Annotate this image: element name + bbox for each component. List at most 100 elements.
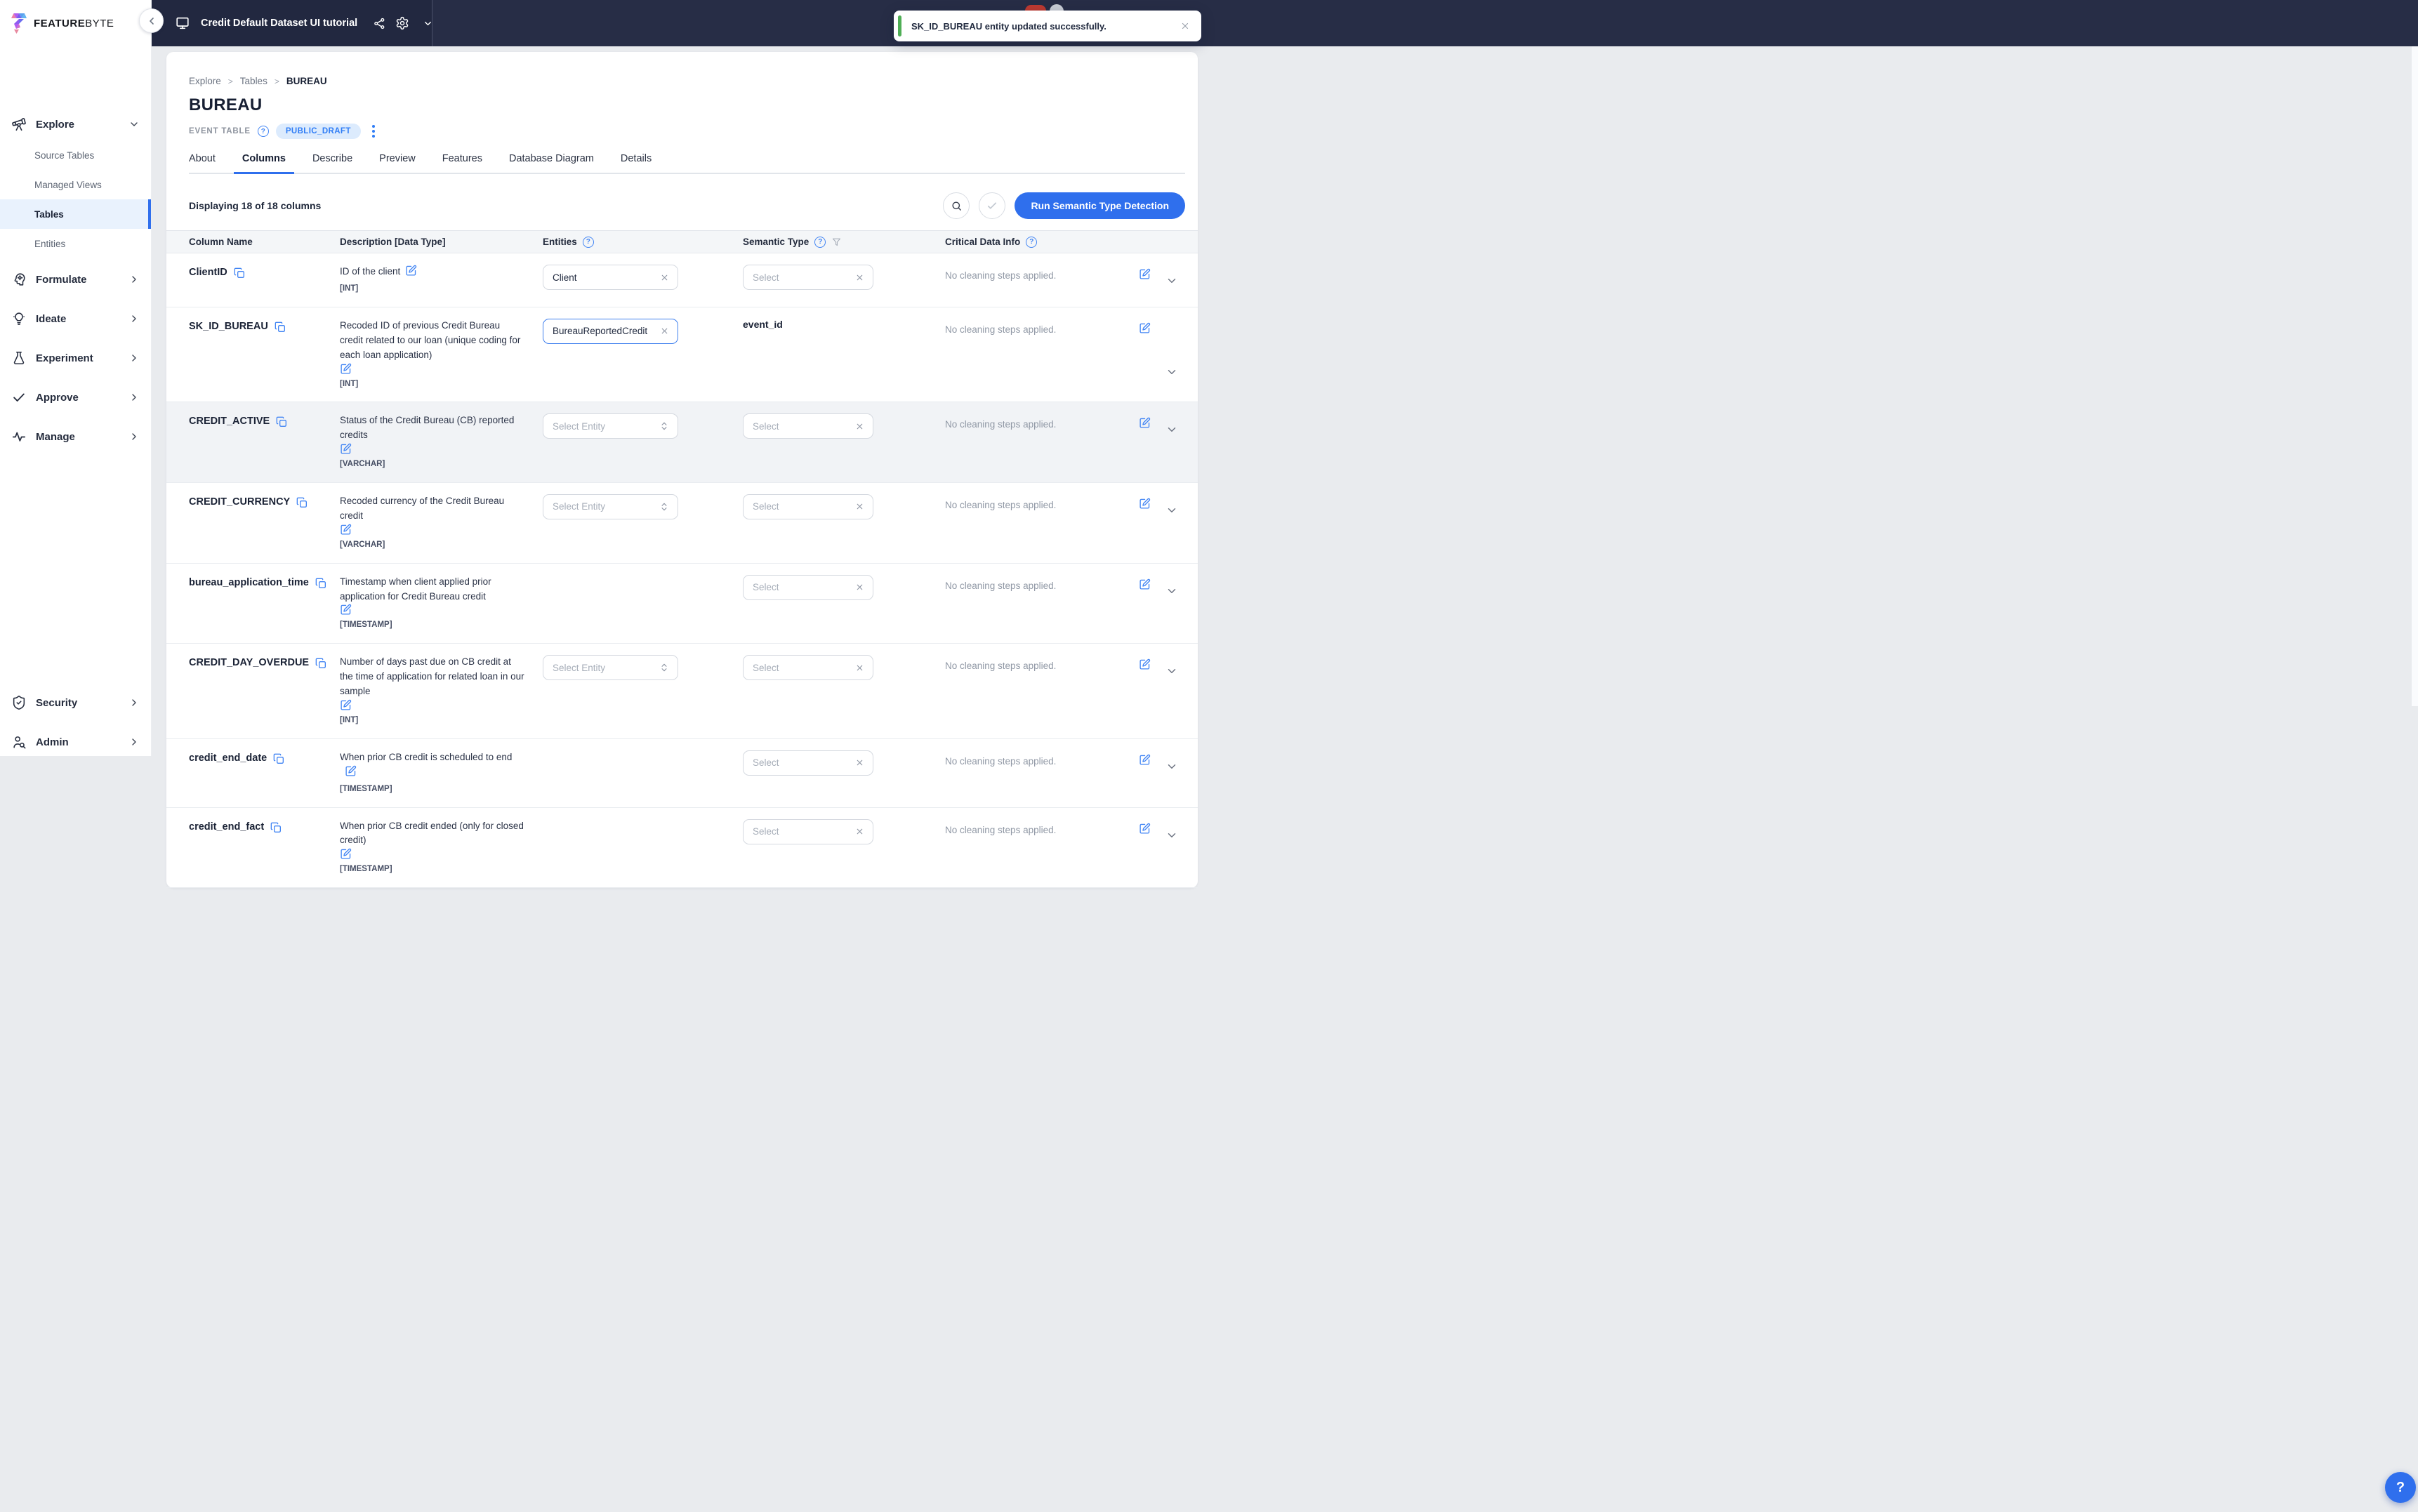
status-badge: PUBLIC_DRAFT — [275, 124, 361, 139]
edit-row-icon[interactable] — [1139, 322, 1151, 334]
entity-select[interactable]: Select Entity — [543, 655, 678, 681]
sidebar-item-explore[interactable]: Explore — [0, 108, 151, 140]
tab-features[interactable]: Features — [442, 153, 482, 173]
tab-preview[interactable]: Preview — [379, 153, 416, 173]
sidebar-item-experiment[interactable]: Experiment — [0, 338, 151, 378]
scrollbar[interactable] — [2412, 46, 2418, 706]
help-circle-icon[interactable]: ? — [1026, 236, 1038, 248]
clear-semantic-icon[interactable] — [855, 502, 864, 511]
tab-describe[interactable]: Describe — [312, 153, 352, 173]
expand-row-chevron-icon[interactable] — [1165, 829, 1178, 842]
close-icon[interactable] — [1180, 21, 1190, 31]
gear-icon[interactable] — [395, 16, 409, 30]
edit-row-icon[interactable] — [1139, 823, 1151, 835]
kebab-menu-icon[interactable] — [368, 124, 379, 139]
edit-row-icon[interactable] — [1139, 578, 1151, 590]
edit-row-icon[interactable] — [1139, 658, 1151, 670]
expand-row-chevron-icon[interactable] — [1165, 423, 1178, 436]
project-tab[interactable]: Credit Default Dataset UI tutorial — [152, 0, 432, 46]
edit-row-icon[interactable] — [1139, 268, 1151, 280]
help-circle-icon[interactable]: ? — [582, 236, 594, 248]
sidebar-item-admin[interactable]: Admin — [0, 722, 151, 762]
run-semantic-type-detection-button[interactable]: Run Semantic Type Detection — [1015, 192, 1185, 219]
edit-row-icon[interactable] — [1139, 498, 1151, 510]
expand-row-chevron-icon[interactable] — [1165, 504, 1178, 517]
copy-icon[interactable] — [276, 416, 287, 427]
semantic-type-select[interactable]: Select — [743, 493, 873, 519]
semantic-type-select[interactable]: Select — [743, 413, 873, 439]
chevron-right-icon — [128, 392, 140, 403]
breadcrumb: Explore > Tables > BUREAU — [189, 76, 1185, 86]
table-row: SK_ID_BUREAU Recoded ID of previous Credi… — [166, 307, 1198, 403]
tab-columns[interactable]: Columns — [242, 153, 286, 173]
edit-description-icon[interactable] — [405, 265, 417, 277]
breadcrumb-tables[interactable]: Tables — [240, 76, 267, 86]
clear-semantic-icon[interactable] — [855, 758, 864, 767]
edit-row-icon[interactable] — [1139, 754, 1151, 766]
edit-description-icon[interactable] — [340, 524, 524, 536]
semantic-type-select[interactable]: Select — [743, 574, 873, 600]
copy-icon[interactable] — [296, 497, 308, 508]
copy-icon[interactable] — [270, 822, 282, 833]
copy-icon[interactable] — [275, 321, 286, 333]
edit-description-icon[interactable] — [340, 443, 524, 455]
help-circle-icon[interactable]: ? — [257, 126, 269, 137]
sidebar-item-approve[interactable]: Approve — [0, 378, 151, 417]
breadcrumb-separator: > — [227, 76, 233, 86]
semantic-type-select[interactable]: Select — [743, 750, 873, 776]
filter-icon[interactable] — [831, 237, 842, 247]
clear-semantic-icon[interactable] — [855, 273, 864, 282]
copy-icon[interactable] — [234, 267, 245, 279]
clear-semantic-icon[interactable] — [855, 827, 864, 836]
tab-about[interactable]: About — [189, 153, 216, 173]
clear-semantic-icon[interactable] — [855, 583, 864, 592]
help-circle-icon[interactable]: ? — [814, 236, 826, 248]
expand-row-chevron-icon[interactable] — [1165, 665, 1178, 677]
cleaning-status: No cleaning steps applied. — [945, 824, 1057, 835]
entity-select[interactable]: Select Entity — [543, 493, 678, 519]
entity-select[interactable]: Select Entity — [543, 413, 678, 439]
copy-icon[interactable] — [315, 578, 326, 589]
expand-row-chevron-icon[interactable] — [1165, 585, 1178, 597]
breadcrumb-explore[interactable]: Explore — [189, 76, 221, 86]
semantic-type-select[interactable]: Select — [743, 265, 873, 290]
edit-description-icon[interactable] — [340, 604, 524, 616]
edit-row-icon[interactable] — [1139, 417, 1151, 429]
expand-row-chevron-icon[interactable] — [1165, 366, 1178, 378]
expand-row-chevron-icon[interactable] — [1165, 274, 1178, 287]
edit-description-icon[interactable] — [340, 363, 524, 375]
sidebar-collapse-button[interactable] — [139, 8, 164, 33]
clear-entity-icon[interactable] — [660, 326, 669, 336]
help-fab-button[interactable]: ? — [2385, 1472, 2416, 1503]
entity-tag-input[interactable]: BureauReportedCredit — [543, 318, 678, 344]
sidebar-item-ideate[interactable]: Ideate — [0, 299, 151, 338]
entity-tag-input[interactable]: Client — [543, 265, 678, 290]
semantic-type-select[interactable]: Select — [743, 818, 873, 844]
sidebar-item-manage[interactable]: Manage — [0, 417, 151, 456]
featurebyte-logo[interactable]: FEATUREBYTE — [0, 0, 151, 46]
expand-row-chevron-icon[interactable] — [1165, 760, 1178, 773]
sidebar-item-managed-views[interactable]: Managed Views — [0, 170, 151, 199]
tab-details[interactable]: Details — [621, 153, 652, 173]
share-icon[interactable] — [373, 17, 386, 30]
tab-database-diagram[interactable]: Database Diagram — [509, 153, 594, 173]
sidebar-item-formulate[interactable]: Formulate — [0, 260, 151, 299]
chevron-down-icon — [128, 119, 140, 130]
copy-icon[interactable] — [273, 753, 284, 764]
clear-entity-icon[interactable] — [660, 273, 669, 282]
telescope-icon — [11, 117, 27, 132]
apply-button[interactable] — [979, 192, 1006, 219]
edit-description-icon[interactable] — [340, 699, 524, 711]
edit-description-icon[interactable] — [340, 848, 524, 860]
sidebar-item-tables[interactable]: Tables — [0, 199, 151, 229]
sidebar-item-security[interactable]: Security — [0, 683, 151, 722]
chevron-down-icon[interactable] — [423, 18, 433, 29]
copy-icon[interactable] — [315, 658, 326, 669]
edit-description-icon[interactable] — [345, 765, 357, 777]
clear-semantic-icon[interactable] — [855, 663, 864, 672]
clear-semantic-icon[interactable] — [855, 422, 864, 431]
sidebar-item-entities[interactable]: Entities — [0, 229, 151, 258]
semantic-type-select[interactable]: Select — [743, 655, 873, 681]
search-button[interactable] — [943, 192, 970, 219]
sidebar-item-source-tables[interactable]: Source Tables — [0, 140, 151, 170]
